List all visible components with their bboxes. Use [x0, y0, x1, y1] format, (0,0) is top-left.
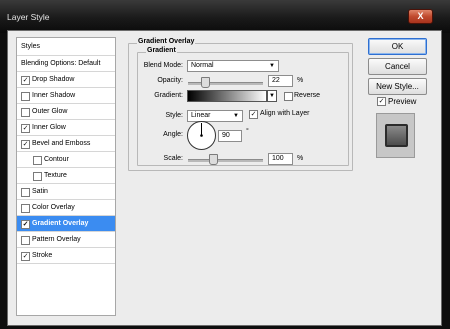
gradient-preview[interactable]	[187, 90, 267, 102]
style-item-checkbox[interactable]	[21, 188, 30, 197]
style-item-label: Stroke	[32, 252, 53, 259]
preview-swatch	[376, 113, 415, 158]
preview-label: Preview	[388, 97, 417, 106]
reverse-checkbox[interactable]	[284, 92, 293, 101]
preview-thumbnail	[385, 124, 408, 147]
style-item-label: Pattern Overlay	[32, 236, 81, 243]
opacity-slider-track[interactable]	[188, 82, 263, 85]
style-item[interactable]: ✓ Inner Glow	[17, 120, 115, 136]
style-item[interactable]: Contour	[17, 152, 115, 168]
ok-button[interactable]: OK	[368, 38, 427, 55]
style-item[interactable]: Satin	[17, 184, 115, 200]
style-item-label: Inner Shadow	[32, 92, 76, 99]
style-item-label: Gradient Overlay	[32, 220, 89, 227]
style-item-checkbox[interactable]	[21, 204, 30, 213]
style-item-checkbox[interactable]	[33, 156, 42, 165]
opacity-unit: %	[297, 77, 304, 84]
style-item-checkbox[interactable]	[21, 92, 30, 101]
style-item[interactable]: Outer Glow	[17, 104, 115, 120]
style-item[interactable]: ✓ Stroke	[17, 248, 115, 264]
style-item-checkbox[interactable]: ✓	[21, 140, 30, 149]
gradient-dropdown-button[interactable]: ▼	[267, 90, 277, 102]
new-style-button[interactable]: New Style...	[368, 78, 427, 95]
opacity-label: Opacity:	[157, 77, 183, 84]
align-with-layer-label: Align with Layer	[260, 110, 310, 117]
blend-mode-value: Normal	[191, 62, 214, 69]
opacity-input[interactable]: 22	[268, 75, 293, 87]
gradient-overlay-title: Gradient Overlay	[137, 38, 196, 45]
scale-label: Scale:	[163, 155, 183, 162]
blend-mode-label: Blend Mode:	[143, 62, 183, 69]
angle-dial[interactable]	[186, 120, 217, 151]
reverse-label: Reverse	[294, 92, 321, 99]
style-item[interactable]: Color Overlay	[17, 200, 115, 216]
align-check-mark: ✓	[250, 111, 257, 118]
style-item[interactable]: ✓ Drop Shadow	[17, 72, 115, 88]
styles-list: Styles Blending Options: Default ✓ Drop Sh…	[16, 37, 116, 316]
scale-slider-track[interactable]	[188, 159, 263, 162]
gradient-label: Gradient:	[154, 92, 183, 99]
chevron-down-icon: ▼	[269, 63, 275, 69]
close-button[interactable]: X	[408, 9, 433, 24]
style-item-checkbox[interactable]	[33, 172, 42, 181]
style-item-label: Contour	[44, 156, 69, 163]
style-value: Linear	[191, 112, 211, 119]
scale-slider-thumb[interactable]	[209, 154, 219, 165]
style-item-label: Texture	[44, 172, 67, 179]
style-item-label: Blending Options: Default	[21, 60, 101, 67]
scale-unit: %	[297, 155, 304, 162]
opacity-slider-thumb[interactable]	[201, 77, 210, 88]
style-item[interactable]: Blending Options: Default	[17, 56, 115, 72]
style-item-label: Bevel and Emboss	[32, 140, 91, 147]
style-item[interactable]: Pattern Overlay	[17, 232, 115, 248]
style-item-label: Drop Shadow	[32, 76, 75, 83]
angle-unit: °	[246, 128, 249, 135]
style-item-label: Inner Glow	[32, 124, 66, 131]
gradient-group-title: Gradient	[146, 47, 177, 54]
style-item-checkbox[interactable]: ✓	[21, 124, 30, 133]
style-item-checkbox[interactable]	[21, 108, 30, 117]
chevron-down-icon: ▼	[269, 93, 275, 99]
style-item-label: Color Overlay	[32, 204, 75, 211]
style-item-checkbox[interactable]: ✓	[21, 76, 30, 85]
align-with-layer-checkbox[interactable]: ✓	[249, 110, 258, 119]
title-bar[interactable]: Layer Style X	[0, 0, 450, 33]
style-item-checkbox[interactable]: ✓	[21, 252, 30, 261]
blend-mode-select[interactable]: Normal ▼	[187, 60, 279, 72]
preview-checkbox[interactable]: ✓	[377, 97, 386, 106]
style-label: Style:	[165, 112, 183, 119]
style-item-checkbox[interactable]: ✓	[21, 220, 30, 229]
angle-input[interactable]: 90	[218, 130, 242, 142]
style-item[interactable]: ✓ Gradient Overlay	[17, 216, 115, 232]
styles-header[interactable]: Styles	[17, 38, 115, 56]
window-title: Layer Style	[7, 12, 50, 22]
style-item[interactable]: ✓ Bevel and Emboss	[17, 136, 115, 152]
styles-header-label: Styles	[21, 43, 41, 50]
chevron-down-icon: ▼	[233, 113, 239, 119]
cancel-button[interactable]: Cancel	[368, 58, 427, 75]
style-item-checkbox[interactable]	[21, 236, 30, 245]
angle-label: Angle:	[163, 131, 183, 138]
style-item-label: Outer Glow	[32, 108, 68, 115]
style-item[interactable]: Texture	[17, 168, 115, 184]
style-item[interactable]: Inner Shadow	[17, 88, 115, 104]
scale-input[interactable]: 100	[268, 153, 293, 165]
style-item-label: Satin	[32, 188, 48, 195]
preview-check-mark: ✓	[378, 98, 385, 105]
